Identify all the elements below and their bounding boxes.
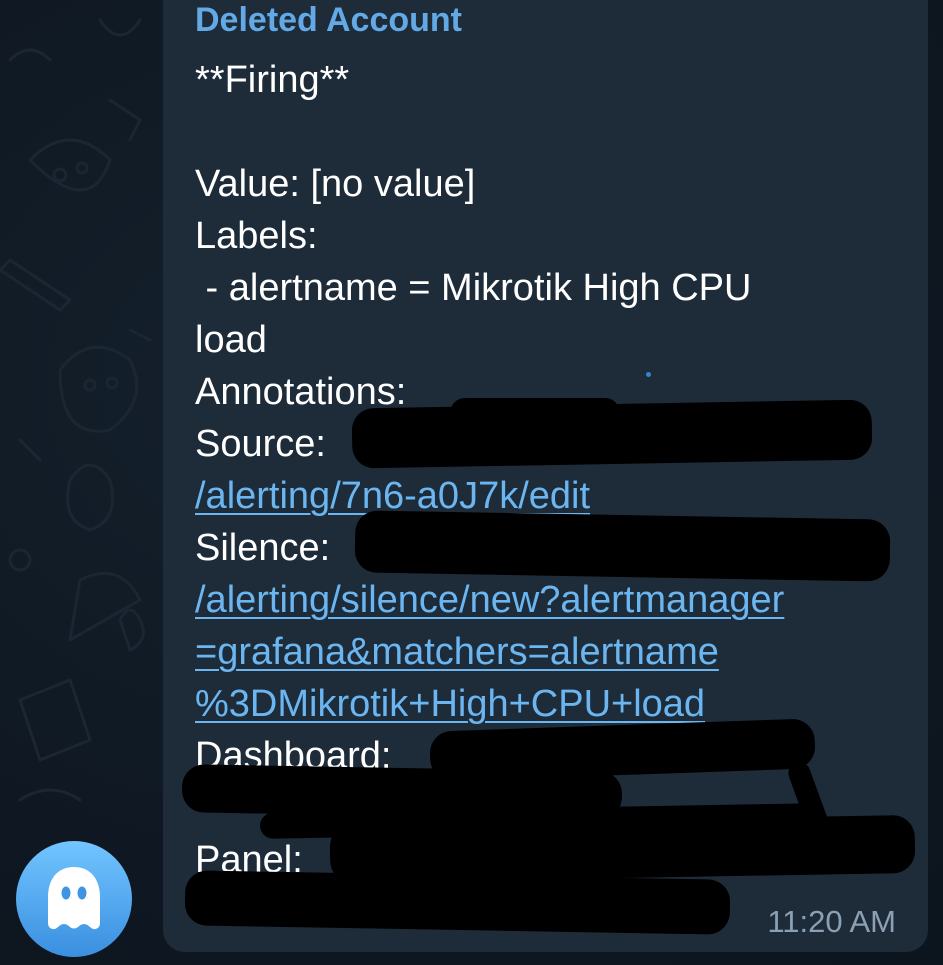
silence-link-part-1[interactable]: /alerting/silence/new?alertmanager: [195, 579, 784, 621]
source-label: Source:: [195, 423, 337, 465]
blue-dot: [646, 372, 651, 377]
firing-line: **Firing**: [195, 59, 350, 101]
silence-link-part-2[interactable]: =grafana&matchers=alertname: [195, 631, 719, 673]
redaction-mark: [184, 870, 731, 935]
redaction-mark: [354, 510, 891, 582]
avatar[interactable]: [16, 841, 132, 957]
alertname-line-continued: load: [195, 319, 267, 361]
value-line: Value: [no value]: [195, 163, 476, 205]
redaction-mark: [450, 398, 620, 428]
silence-link-line-2: =grafana&matchers=alertname: [195, 626, 915, 678]
labels-line: Labels:: [195, 215, 318, 257]
silence-link-part-3[interactable]: %3DMikrotik+High+CPU+load: [195, 683, 705, 725]
message-timestamp: 11:20 AM: [767, 904, 896, 939]
silence-label: Silence:: [195, 527, 341, 569]
sender-name[interactable]: Deleted Account: [195, 0, 462, 40]
silence-link-line-3: %3DMikrotik+High+CPU+load: [195, 678, 915, 730]
ghost-icon: [48, 867, 100, 930]
silence-link-line-1: /alerting/silence/new?alertmanager: [195, 574, 915, 626]
alertname-line: - alertname = Mikrotik High CPU: [195, 267, 752, 309]
